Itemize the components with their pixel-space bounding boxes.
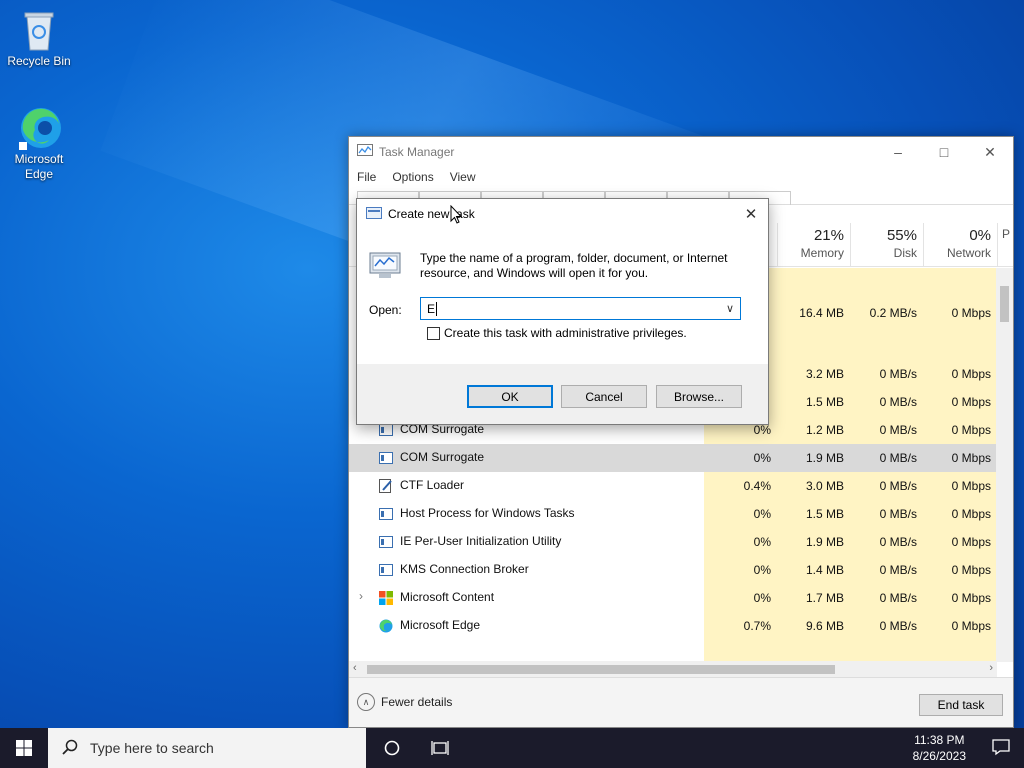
fewer-details-button[interactable]: ∧ Fewer details <box>357 693 452 711</box>
scroll-thumb[interactable] <box>367 665 835 674</box>
checkbox-box[interactable] <box>427 326 440 340</box>
open-input[interactable]: E ∨ <box>420 297 741 320</box>
checkbox-label: Create this task with administrative pri… <box>444 326 687 340</box>
vertical-scrollbar[interactable] <box>996 268 1013 662</box>
host-process-icon <box>379 507 393 521</box>
table-row[interactable]: CTF Loader 0.4% 3.0 MB 0 MB/s 0 Mbps <box>349 472 997 500</box>
maximize-button[interactable]: □ <box>921 137 967 167</box>
table-row[interactable]: KMS Connection Broker 0% 1.4 MB 0 MB/s 0… <box>349 556 997 584</box>
run-program-icon <box>369 249 403 284</box>
scroll-thumb[interactable] <box>1000 286 1009 322</box>
microsoft-logo-icon <box>379 591 393 605</box>
chevron-down-icon[interactable]: ∨ <box>726 302 734 315</box>
desktop-icon-label: Recycle Bin <box>7 54 71 68</box>
dialog-title-bar[interactable]: Create new task <box>357 199 768 229</box>
column-memory[interactable]: 21% Memory <box>777 223 850 267</box>
notification-icon <box>992 739 1010 756</box>
cortana-circle-icon <box>384 740 400 756</box>
windows-logo-icon <box>16 740 32 756</box>
edge-icon <box>19 106 61 150</box>
footer-bar: ∧ Fewer details End task <box>349 677 1013 727</box>
mouse-cursor-icon <box>450 204 463 227</box>
horizontal-scrollbar[interactable]: ‹ › <box>349 661 997 678</box>
taskbar: Type here to search 11:38 PM 8/26/2023 <box>0 728 1024 768</box>
scroll-left-icon[interactable]: ‹ <box>353 662 357 674</box>
menu-bar: File Options View <box>349 167 1013 187</box>
admin-privileges-checkbox[interactable]: Create this task with administrative pri… <box>427 326 687 340</box>
browse-button[interactable]: Browse... <box>656 385 742 408</box>
scroll-right-icon[interactable]: › <box>989 662 993 674</box>
taskbar-search-box[interactable]: Type here to search <box>48 728 366 768</box>
expand-chevron-icon[interactable]: › <box>359 589 363 603</box>
menu-options[interactable]: Options <box>392 170 433 184</box>
window-title: Task Manager <box>379 145 455 159</box>
clock-date: 8/26/2023 <box>912 749 966 763</box>
minimize-button[interactable]: – <box>875 137 921 167</box>
title-bar[interactable]: Task Manager – □ ✕ <box>349 137 1013 167</box>
desktop-icon-recycle-bin[interactable]: Recycle Bin <box>1 8 77 68</box>
create-new-task-dialog[interactable]: Create new task ✕ Type the name of a pro… <box>356 198 769 425</box>
dialog-description: Type the name of a program, folder, docu… <box>420 251 728 280</box>
table-row[interactable]: Host Process for Windows Tasks 0% 1.5 MB… <box>349 500 997 528</box>
ie-init-icon <box>379 535 393 549</box>
com-surrogate-icon <box>379 451 393 465</box>
column-disk[interactable]: 55% Disk <box>850 223 923 267</box>
ctf-loader-icon <box>379 479 393 493</box>
edge-icon <box>379 619 393 633</box>
clock-time: 11:38 PM <box>914 733 965 747</box>
chevron-up-icon: ∧ <box>357 693 375 711</box>
cancel-button[interactable]: Cancel <box>561 385 647 408</box>
recycle-bin-icon <box>19 8 59 52</box>
dialog-close-button[interactable]: ✕ <box>740 203 762 225</box>
run-icon <box>366 206 382 222</box>
task-manager-icon <box>357 143 373 161</box>
table-row[interactable]: › Microsoft Content 0% 1.7 MB 0 MB/s 0 M… <box>349 584 997 612</box>
search-placeholder: Type here to search <box>90 740 214 756</box>
close-button[interactable]: ✕ <box>967 137 1013 167</box>
menu-view[interactable]: View <box>450 170 476 184</box>
desktop-icon-edge[interactable]: Microsoft Edge <box>1 106 77 182</box>
com-surrogate-icon <box>379 423 393 437</box>
task-view-button[interactable] <box>416 728 464 768</box>
column-network[interactable]: 0% Network <box>923 223 997 267</box>
search-icon <box>62 739 78 758</box>
open-label: Open: <box>369 303 402 317</box>
column-power[interactable]: P <box>997 223 1013 267</box>
text-cursor <box>436 301 438 316</box>
ok-button[interactable]: OK <box>467 385 553 408</box>
table-row[interactable]: Microsoft Edge 0.7% 9.6 MB 0 MB/s 0 Mbps <box>349 612 997 640</box>
task-view-icon <box>431 741 449 755</box>
cortana-button[interactable] <box>368 728 416 768</box>
menu-file[interactable]: File <box>357 170 376 184</box>
start-button[interactable] <box>0 728 48 768</box>
table-row[interactable]: IE Per-User Initialization Utility 0% 1.… <box>349 528 997 556</box>
system-clock[interactable]: 11:38 PM 8/26/2023 <box>913 732 966 764</box>
notification-button[interactable] <box>992 738 1010 759</box>
kms-broker-icon <box>379 563 393 577</box>
table-row[interactable] <box>349 640 997 662</box>
open-input-value: E <box>427 301 436 316</box>
end-task-button[interactable]: End task <box>919 694 1003 716</box>
table-row[interactable]: COM Surrogate 0% 1.9 MB 0 MB/s 0 Mbps <box>349 444 997 472</box>
desktop-icon-label: Microsoft Edge <box>14 152 64 181</box>
